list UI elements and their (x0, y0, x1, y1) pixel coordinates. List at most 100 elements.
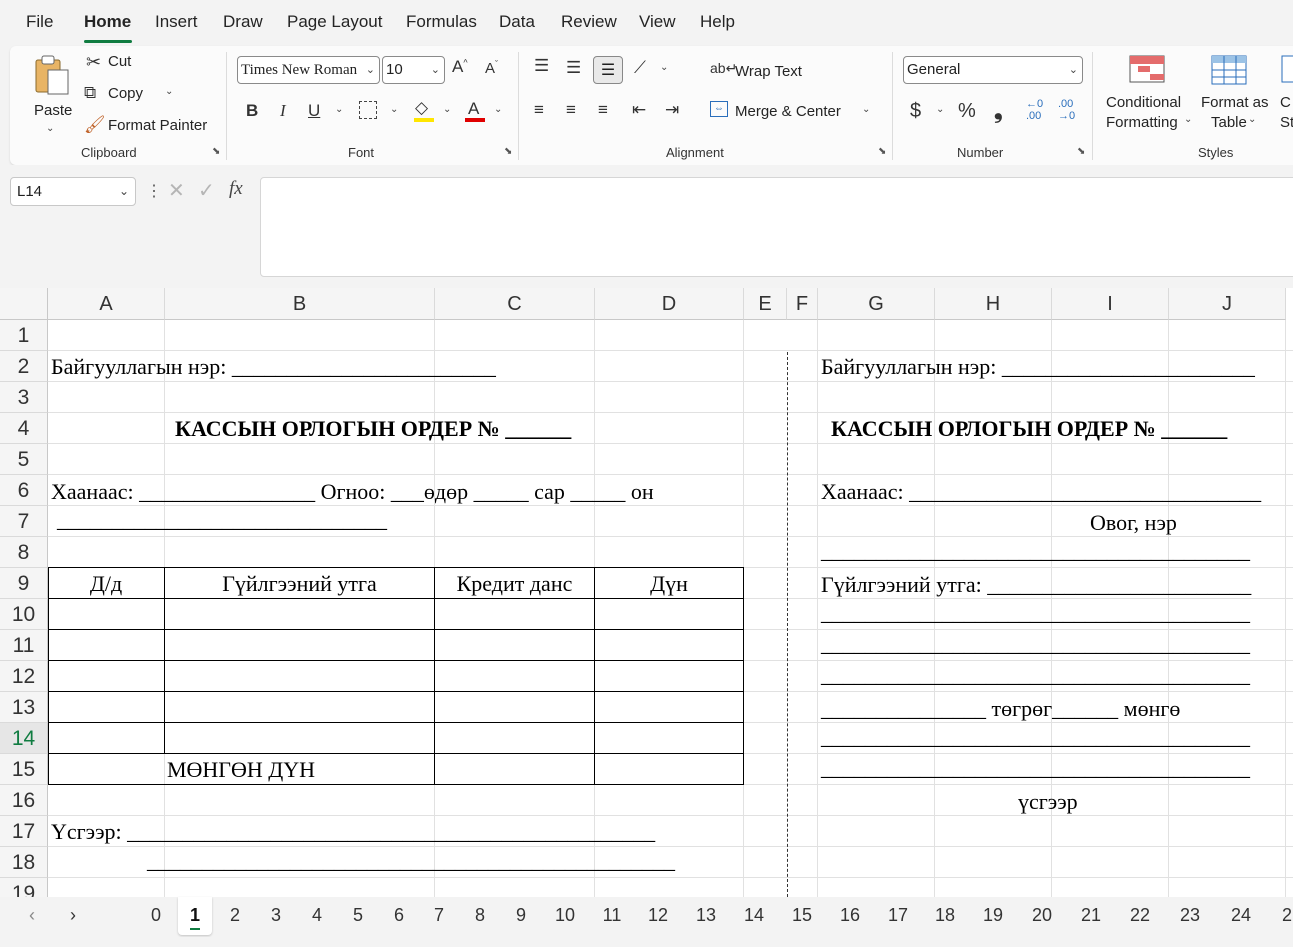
merge-chevron-down-icon[interactable]: ⌄ (862, 104, 870, 115)
menu-formulas[interactable]: Formulas (406, 12, 477, 32)
sheet-tab[interactable]: 12 (645, 905, 671, 926)
menu-file[interactable]: File (26, 12, 53, 32)
sheet-tab[interactable]: 24 (1228, 905, 1254, 926)
column-header-c[interactable]: C (435, 288, 595, 320)
increase-font-size-icon[interactable]: A^ (452, 57, 468, 77)
column-header-h[interactable]: H (935, 288, 1052, 320)
column-header-a[interactable]: A (48, 288, 165, 320)
column-header-e[interactable]: E (744, 288, 787, 320)
comma-style-button[interactable]: ❟ (994, 98, 1003, 124)
menu-data[interactable]: Data (499, 12, 535, 32)
italic-button[interactable]: I (280, 101, 286, 121)
orientation-chevron-down-icon[interactable]: ⌄ (660, 62, 668, 73)
sheet-tab[interactable]: 6 (389, 905, 409, 926)
format-painter-button[interactable]: Format Painter (108, 117, 207, 134)
currency-chevron-down-icon[interactable]: ⌄ (936, 104, 944, 115)
row-header[interactable]: 17 (0, 816, 48, 847)
row-header[interactable]: 6 (0, 475, 48, 506)
align-left-icon[interactable]: ≡ (534, 100, 544, 120)
row-header[interactable]: 15 (0, 754, 48, 785)
decrease-indent-icon[interactable]: ⇤ (632, 100, 646, 120)
borders-chevron-down-icon[interactable]: ⌄ (390, 104, 398, 115)
column-header-d[interactable]: D (595, 288, 744, 320)
number-format-select[interactable]: General ⌄ (903, 56, 1083, 84)
orientation-icon[interactable]: ⟋ (634, 58, 646, 78)
sheet-tab[interactable]: 17 (885, 905, 911, 926)
menu-insert[interactable]: Insert (155, 12, 198, 32)
font-launcher-icon[interactable]: ⬊ (504, 147, 514, 157)
copy-button[interactable]: Copy (108, 85, 143, 102)
sheet-tab[interactable]: 11 (599, 905, 625, 926)
sheet-tab[interactable]: 20 (1029, 905, 1055, 926)
row-header[interactable]: 18 (0, 847, 48, 878)
column-header-b[interactable]: B (165, 288, 435, 320)
sheet-tab[interactable]: 2 (225, 905, 245, 926)
row-header[interactable]: 8 (0, 537, 48, 568)
font-name-select[interactable]: Times New Roman ⌄ (237, 56, 380, 84)
row-header[interactable]: 16 (0, 785, 48, 816)
sheet-tab[interactable]: 4 (307, 905, 327, 926)
sheet-tab[interactable]: 3 (266, 905, 286, 926)
sheet-tab[interactable]: 7 (429, 905, 449, 926)
increase-indent-icon[interactable]: ⇥ (665, 100, 679, 120)
sheet-tab[interactable]: 8 (470, 905, 490, 926)
fill-color-icon[interactable]: ◇ (415, 98, 428, 118)
bold-button[interactable]: B (246, 101, 258, 121)
formula-input[interactable] (260, 177, 1293, 277)
align-top-icon[interactable]: ☰ (534, 56, 549, 76)
menu-page-layout[interactable]: Page Layout (287, 12, 382, 32)
cut-button[interactable]: Cut (108, 53, 131, 70)
insert-function-button[interactable]: fx (229, 178, 243, 200)
font-size-select[interactable]: 10 ⌄ (382, 56, 445, 84)
column-header-g[interactable]: G (818, 288, 935, 320)
sheet-tab[interactable]: 19 (980, 905, 1006, 926)
row-header[interactable]: 13 (0, 692, 48, 723)
alignment-launcher-icon[interactable]: ⬊ (878, 147, 888, 157)
row-header-active[interactable]: 14 (0, 723, 48, 754)
currency-button[interactable]: $ (910, 100, 921, 123)
sheet-tab[interactable]: 13 (693, 905, 719, 926)
column-header-f[interactable]: F (787, 288, 818, 320)
row-header[interactable]: 3 (0, 382, 48, 413)
sheet-tab[interactable]: 22 (1127, 905, 1153, 926)
menu-review[interactable]: Review (561, 12, 617, 32)
merge-center-button[interactable]: Merge & Center (735, 103, 841, 120)
percent-button[interactable]: % (958, 100, 976, 123)
borders-icon[interactable] (359, 101, 377, 119)
sheet-tab[interactable]: 14 (741, 905, 767, 926)
decrease-font-size-icon[interactable]: Aˇ (485, 59, 498, 77)
cancel-icon[interactable]: ✕ (168, 178, 185, 203)
row-header[interactable]: 4 (0, 413, 48, 444)
spreadsheet-grid[interactable]: A B C D E F G H I J 1 2 3 4 5 6 7 8 9 10… (0, 288, 1293, 897)
align-bottom-icon[interactable]: ☰ (593, 56, 623, 84)
row-header[interactable]: 1 (0, 320, 48, 351)
scroll-tabs-left-icon[interactable]: ‹ (29, 905, 35, 926)
align-right-icon[interactable]: ≡ (598, 100, 608, 120)
sheet-tab[interactable]: 16 (837, 905, 863, 926)
sheet-tab[interactable]: 15 (789, 905, 815, 926)
number-launcher-icon[interactable]: ⬊ (1077, 147, 1087, 157)
paste-chevron-down-icon[interactable]: ⌄ (46, 123, 54, 134)
enter-icon[interactable]: ✓ (198, 178, 215, 203)
align-center-icon[interactable]: ≡ (566, 100, 576, 120)
underline-button[interactable]: U (308, 101, 320, 121)
name-box[interactable]: L14 ⌄ (10, 177, 136, 206)
row-header[interactable]: 7 (0, 506, 48, 537)
row-header[interactable]: 11 (0, 630, 48, 661)
row-header[interactable]: 10 (0, 599, 48, 630)
font-color-chevron-down-icon[interactable]: ⌄ (494, 104, 502, 115)
sheet-tab-active[interactable]: 1 (178, 897, 212, 935)
sheet-tab[interactable]: 0 (146, 905, 166, 926)
wrap-text-button[interactable]: Wrap Text (735, 63, 802, 80)
clipboard-launcher-icon[interactable]: ⬊ (212, 147, 222, 157)
row-header[interactable]: 19 (0, 878, 48, 897)
row-header[interactable]: 12 (0, 661, 48, 692)
sheet-tab[interactable]: 5 (348, 905, 368, 926)
sheet-tab[interactable]: 23 (1177, 905, 1203, 926)
sheet-tab[interactable]: 18 (932, 905, 958, 926)
conditional-formatting-button[interactable]: Conditional Formatting ⌄ (1104, 54, 1194, 134)
cell-styles-button[interactable]: C Sty (1274, 54, 1293, 134)
increase-decimal-icon[interactable]: ←0.00 (1026, 98, 1043, 122)
underline-chevron-down-icon[interactable]: ⌄ (335, 104, 343, 115)
scroll-tabs-right-icon[interactable]: › (70, 905, 76, 926)
